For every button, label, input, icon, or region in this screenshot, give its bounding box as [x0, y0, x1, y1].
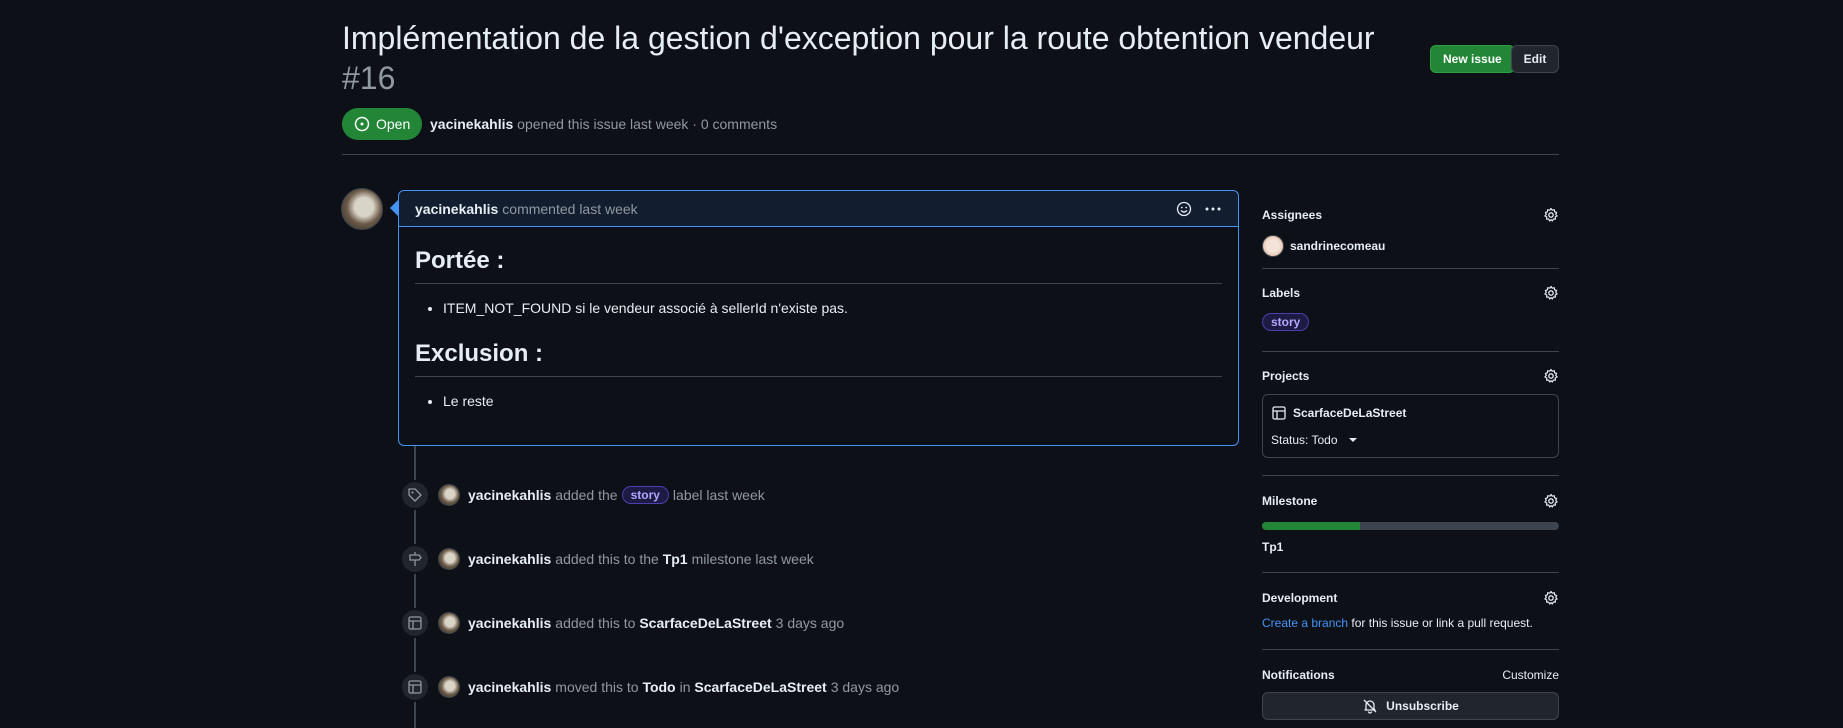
comment-caret — [390, 200, 398, 216]
notifications-title: Notifications — [1262, 668, 1335, 682]
assignee-link[interactable]: sandrinecomeau — [1290, 239, 1385, 253]
event-text: added the — [555, 487, 618, 503]
sidebar-notifications: Notifications Customize — [1262, 668, 1559, 682]
list-item: Le reste — [443, 393, 1222, 409]
milestone-title: Milestone — [1262, 494, 1318, 508]
project-link[interactable]: ScarfaceDeLaStreet — [639, 615, 771, 631]
comment-author-link[interactable]: yacinekahlis — [415, 201, 498, 217]
gear-icon[interactable] — [1543, 207, 1559, 223]
gear-icon[interactable] — [1543, 493, 1559, 509]
chevron-down-icon — [1348, 438, 1357, 442]
comment-meta: commented last week — [502, 200, 638, 217]
timeline-event-label: yacinekahlis added the story label last … — [400, 479, 765, 511]
event-text: added this to — [555, 615, 636, 631]
projects-title: Projects — [1262, 369, 1310, 383]
new-issue-button[interactable]: New issue — [1430, 45, 1515, 73]
unsubscribe-button[interactable]: Unsubscribe — [1262, 692, 1559, 720]
issue-title: Implémentation de la gestion d'exception… — [342, 18, 1422, 98]
tag-icon — [400, 480, 430, 510]
kebab-menu-icon[interactable] — [1204, 201, 1222, 217]
avatar[interactable] — [341, 188, 383, 230]
status-link[interactable]: Todo — [642, 679, 675, 695]
divider — [1262, 475, 1559, 476]
milestone-progress-fill — [1262, 522, 1360, 530]
timeline-event-moved: yacinekahlis moved this to Todo in Scarf… — [400, 671, 899, 703]
avatar[interactable] — [438, 484, 460, 506]
gear-icon[interactable] — [1543, 368, 1559, 384]
issue-author-link[interactable]: yacinekahlis — [430, 116, 513, 132]
event-text: moved this to — [555, 679, 639, 695]
avatar[interactable] — [1262, 235, 1284, 257]
divider — [1262, 351, 1559, 352]
customize-link[interactable]: Customize — [1502, 668, 1559, 682]
divider — [1262, 572, 1559, 573]
milestone-link[interactable]: Tp1 — [663, 551, 688, 567]
label-story[interactable]: story — [621, 486, 669, 504]
sidebar-assignees: Assignees sandrinecomeau — [1262, 207, 1559, 257]
edit-button[interactable]: Edit — [1511, 45, 1559, 73]
issue-title-text: Implémentation de la gestion d'exception… — [342, 20, 1375, 56]
gear-icon[interactable] — [1543, 285, 1559, 301]
avatar[interactable] — [438, 548, 460, 570]
sidebar-projects: Projects — [1262, 368, 1559, 384]
gear-icon[interactable] — [1543, 590, 1559, 606]
project-status-select[interactable]: Status: Todo — [1271, 433, 1550, 447]
development-title: Development — [1262, 591, 1338, 605]
divider — [1262, 268, 1559, 269]
event-author-link[interactable]: yacinekahlis — [468, 551, 551, 567]
smiley-icon[interactable] — [1176, 201, 1192, 217]
comment-body: Portée : ITEM_NOT_FOUND si le vendeur as… — [399, 227, 1238, 409]
event-text: added this to the — [555, 551, 659, 567]
assignees-title: Assignees — [1262, 208, 1323, 222]
milestone-icon — [400, 544, 430, 574]
event-text: 3 days ago — [830, 679, 900, 695]
comment-box: yacinekahlis commented last week Portée … — [398, 190, 1239, 446]
event-text: in — [679, 679, 691, 695]
event-author-link[interactable]: yacinekahlis — [468, 615, 551, 631]
list-item: ITEM_NOT_FOUND si le vendeur associé à s… — [443, 300, 1222, 316]
development-text: for this issue or link a pull request. — [1351, 616, 1533, 630]
sidebar-development: Development Create a branch for this iss… — [1262, 590, 1559, 630]
comment-header: yacinekahlis commented last week — [399, 191, 1238, 227]
project-status: Status: Todo — [1271, 433, 1338, 447]
comment-heading-scope: Portée : — [415, 227, 1222, 284]
status-text: Open — [376, 116, 411, 132]
timeline-event-project: yacinekahlis added this to ScarfaceDeLaS… — [400, 607, 844, 639]
event-author-link[interactable]: yacinekahlis — [468, 487, 551, 503]
project-name[interactable]: ScarfaceDeLaStreet — [1293, 406, 1406, 420]
avatar[interactable] — [438, 612, 460, 634]
header-divider — [342, 154, 1559, 155]
project-link[interactable]: ScarfaceDeLaStreet — [694, 679, 826, 695]
timeline-event-milestone: yacinekahlis added this to the Tp1 miles… — [400, 543, 814, 575]
status-badge: Open — [342, 108, 423, 140]
unsubscribe-label: Unsubscribe — [1386, 699, 1459, 713]
table-icon — [400, 672, 430, 702]
labels-title: Labels — [1262, 286, 1301, 300]
event-text: 3 days ago — [775, 615, 845, 631]
project-card[interactable]: ScarfaceDeLaStreet Status: Todo — [1262, 394, 1559, 458]
avatar[interactable] — [438, 676, 460, 698]
milestone-progress — [1262, 522, 1559, 530]
sidebar-milestone: Milestone — [1262, 493, 1559, 509]
comment-heading-exclusion: Exclusion : — [415, 316, 1222, 377]
issue-number: #16 — [342, 60, 396, 96]
table-icon — [1272, 406, 1286, 420]
issue-meta: yacinekahlis opened this issue last week… — [430, 116, 777, 132]
bell-slash-icon — [1363, 699, 1377, 714]
event-text: label last week — [672, 487, 765, 503]
event-author-link[interactable]: yacinekahlis — [468, 679, 551, 695]
label-story[interactable]: story — [1262, 313, 1310, 331]
issue-meta-text: opened this issue last week · 0 comments — [517, 116, 778, 132]
issue-opened-icon — [354, 116, 370, 132]
event-text: milestone last week — [691, 551, 814, 567]
sidebar-labels: Labels story — [1262, 285, 1559, 331]
divider — [1262, 649, 1559, 650]
milestone-link[interactable]: Tp1 — [1262, 540, 1283, 554]
create-branch-link[interactable]: Create a branch — [1262, 616, 1348, 630]
table-icon — [400, 608, 430, 638]
